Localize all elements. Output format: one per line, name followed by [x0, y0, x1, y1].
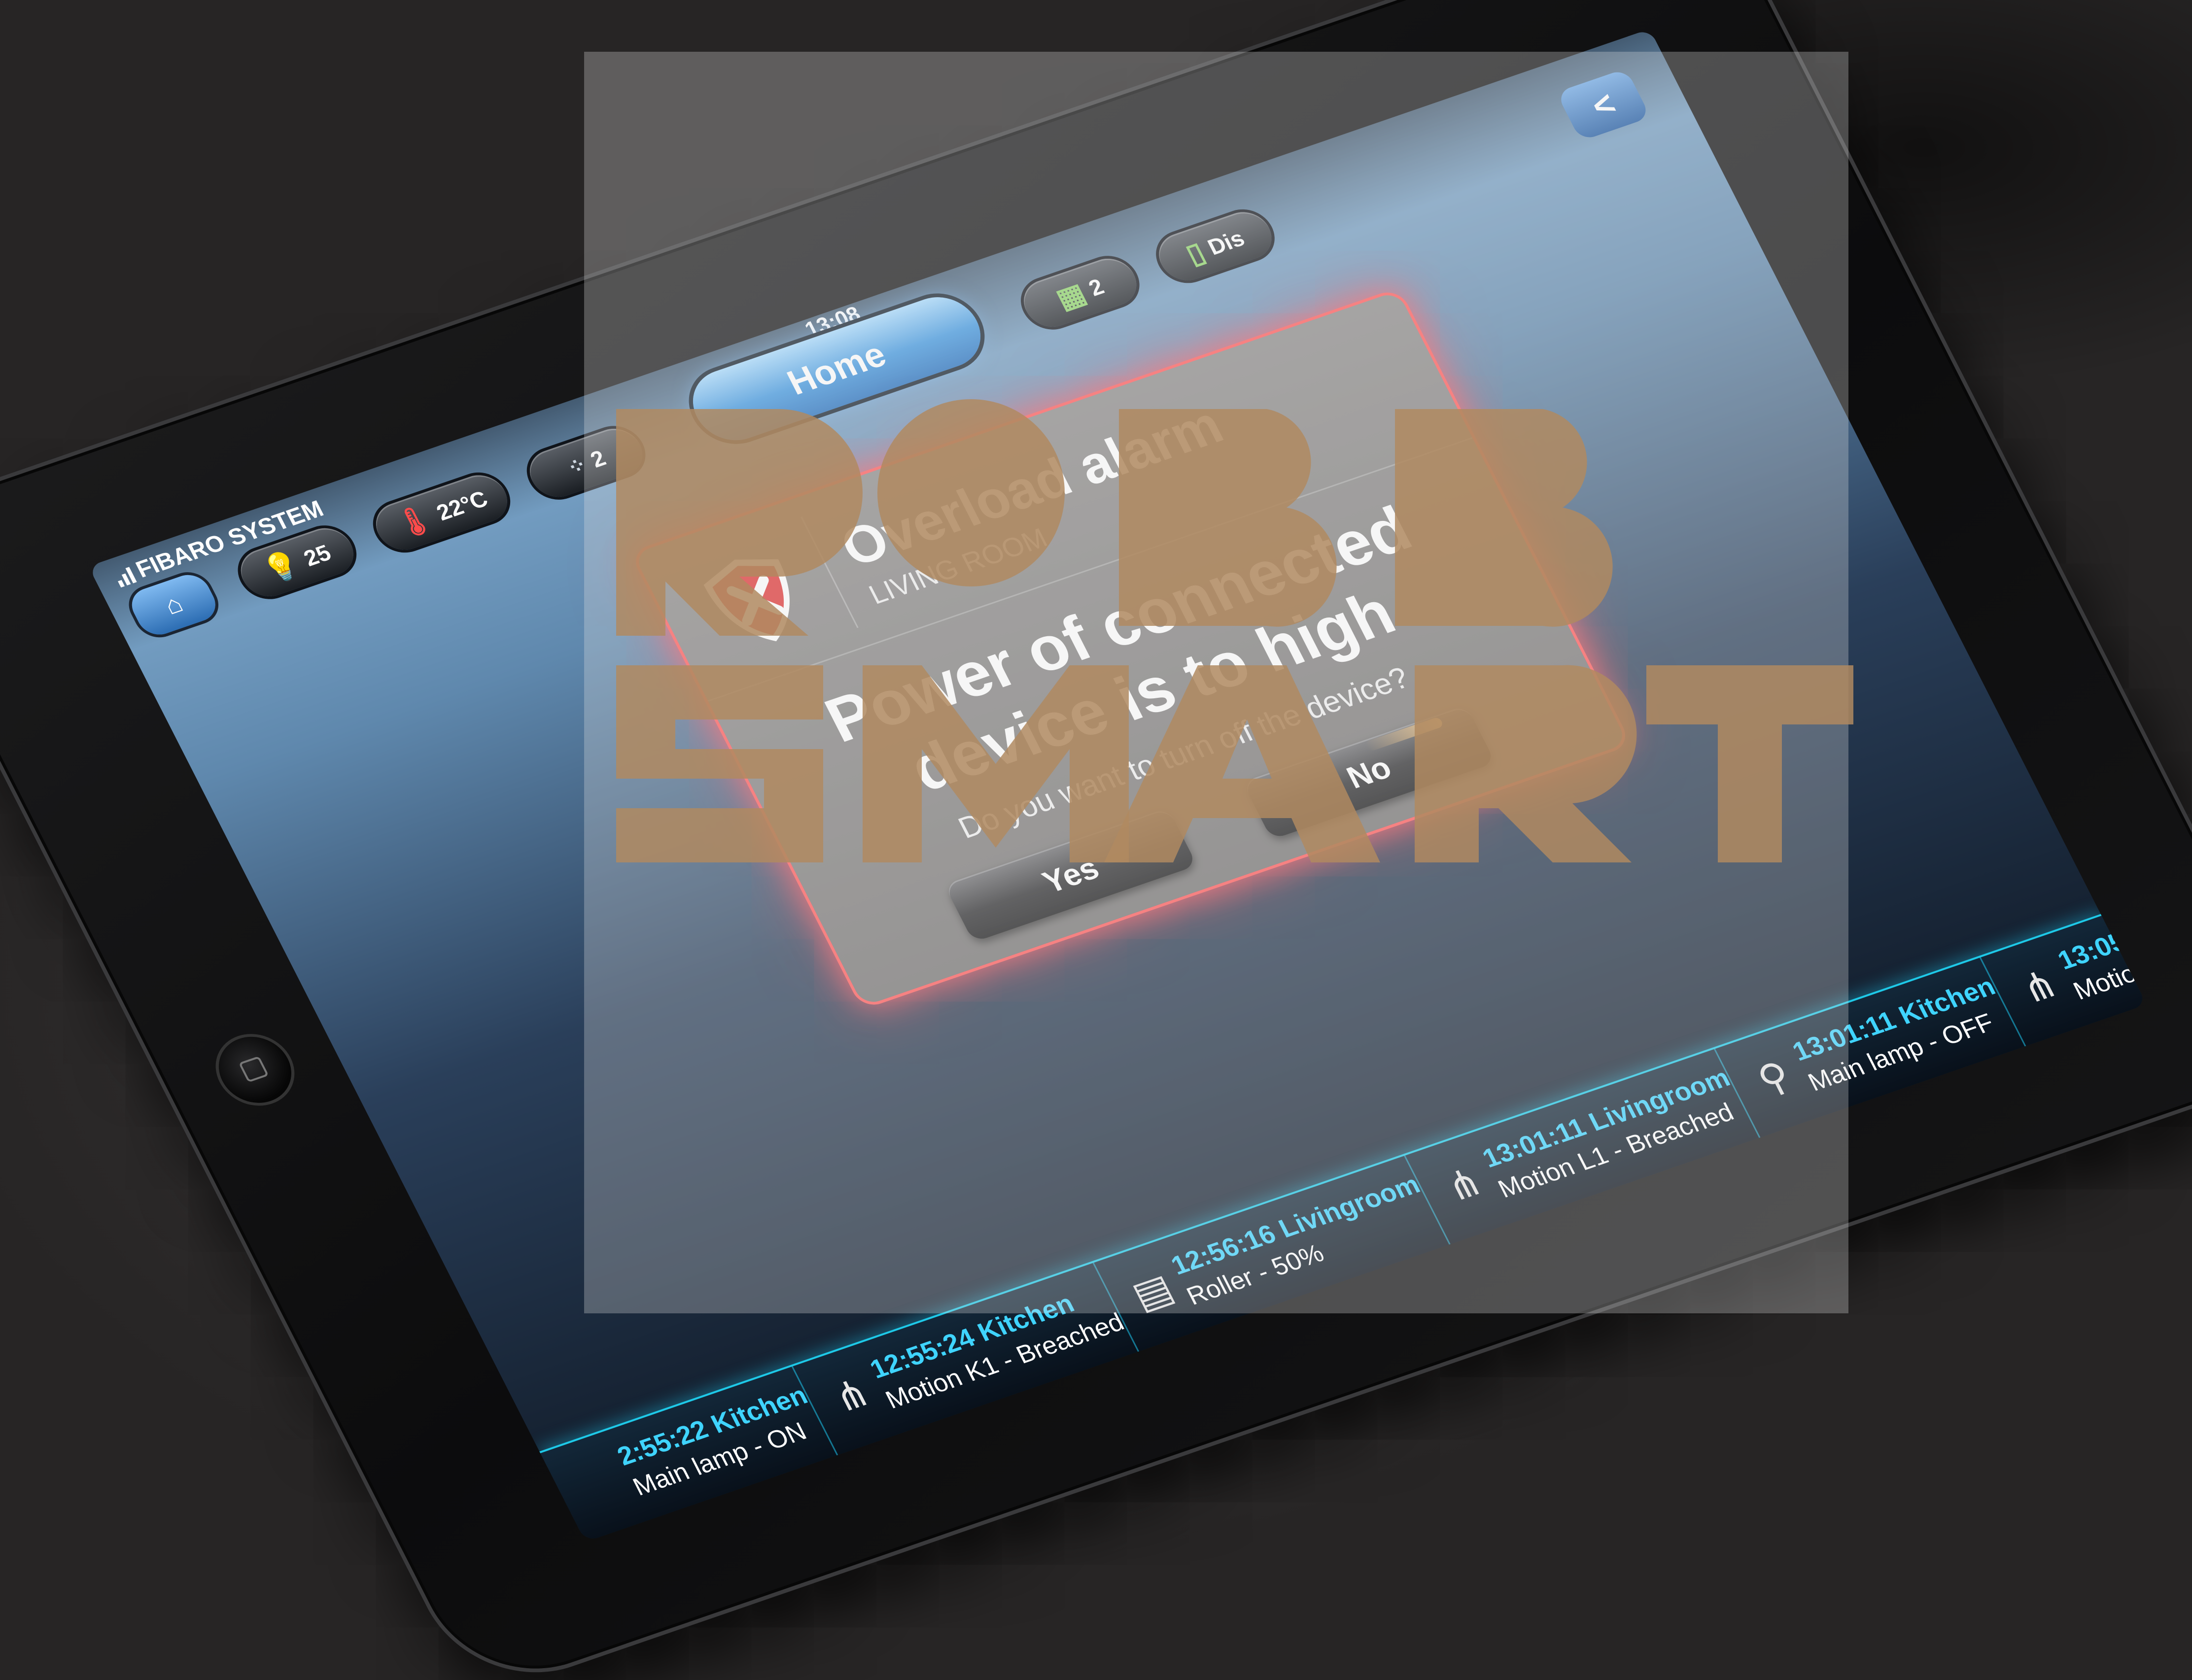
lights-count: 25 — [299, 540, 335, 571]
temperature-value: 22°C — [432, 485, 492, 525]
event-time-room: 13:05:25 Bedroom — [2053, 874, 2147, 975]
signal-icon — [112, 564, 137, 587]
watermark-overlay — [584, 52, 1848, 1313]
tablet-home-button[interactable] — [202, 1024, 308, 1116]
list-item[interactable]: 2:55:22 Kitchen Main lamp - ON — [540, 1366, 838, 1542]
lightbulb-icon: 💡 — [257, 547, 306, 588]
temperature-chip[interactable]: 🌡 22°C — [367, 469, 516, 556]
thermometer-icon: 🌡 — [389, 501, 439, 542]
